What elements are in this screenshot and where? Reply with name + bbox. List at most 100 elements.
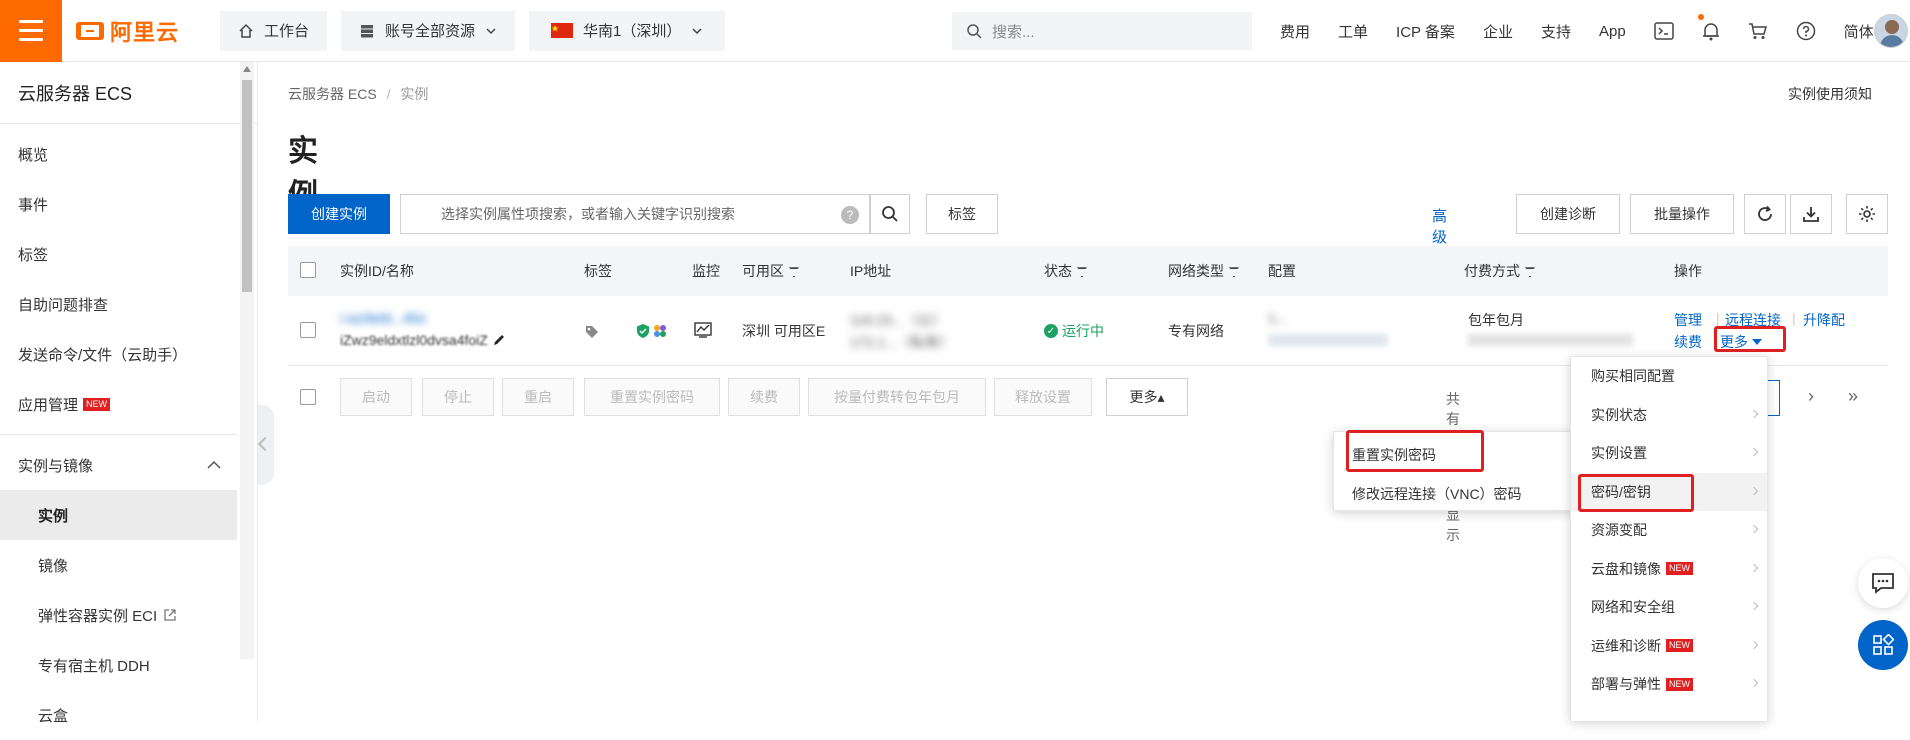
modify-vnc-password-item[interactable]: 修改远程连接（VNC）密码 [1334, 475, 1575, 514]
refresh-button[interactable] [1744, 194, 1786, 234]
bell-icon[interactable] [1702, 21, 1720, 41]
language-switch[interactable]: 简体 [1844, 21, 1874, 42]
col-tags: 标签 [584, 263, 612, 279]
footer-more-button[interactable]: 更多▴ [1106, 378, 1188, 416]
batch-operations-button[interactable]: 批量操作 [1630, 194, 1734, 234]
col-zone[interactable]: 可用区 [742, 261, 799, 281]
sidebar-item-app-management[interactable]: 应用管理 NEW [0, 379, 237, 429]
col-network[interactable]: 网络类型 [1168, 261, 1239, 281]
global-search-input[interactable]: 搜索... [952, 12, 1252, 50]
convert-billing-button[interactable]: 按量付费转包年包月 [808, 378, 986, 416]
icp-link[interactable]: ICP 备案 [1396, 21, 1455, 42]
ops-diagnosis-item[interactable]: 运维和诊断 NEW [1571, 627, 1767, 666]
account-scope-dropdown[interactable]: 账号全部资源 [341, 10, 516, 51]
disk-image-item[interactable]: 云盘和镜像 NEW [1571, 550, 1767, 589]
download-button[interactable] [1790, 194, 1832, 234]
sidebar-group-instances-images[interactable]: 实例与镜像 [0, 440, 237, 490]
sidebar-scrollbar[interactable] [240, 62, 254, 659]
reset-password-button[interactable]: 重置实例密码 [584, 378, 720, 416]
last-page-button[interactable]: » [1848, 386, 1858, 407]
quick-access-button[interactable] [1858, 620, 1908, 670]
help-icon[interactable] [1796, 21, 1816, 41]
monitor-chart-icon[interactable] [694, 322, 712, 338]
renew-link[interactable]: 续费 [1674, 332, 1702, 352]
search-button[interactable] [870, 194, 910, 234]
app-link[interactable]: App [1599, 23, 1626, 40]
zone-value: 深圳 可用区E [742, 323, 826, 339]
sidebar-item-images[interactable]: 镜像 [0, 540, 237, 590]
row-checkbox[interactable] [300, 322, 316, 338]
status-badge: ✓ 运行中 [1044, 321, 1104, 341]
sidebar-item-instances[interactable]: 实例 [0, 490, 237, 540]
filter-icon[interactable] [1525, 267, 1535, 278]
aliyun-logo[interactable]: 阿里云 [76, 15, 206, 47]
instance-status-item[interactable]: 实例状态 [1571, 396, 1767, 435]
settings-button[interactable] [1846, 194, 1888, 234]
instance-notice-link[interactable]: 实例使用须知 [1788, 84, 1872, 104]
chevron-right-icon [1749, 486, 1759, 495]
enterprise-link[interactable]: 企业 [1483, 21, 1513, 42]
home-icon [239, 23, 253, 38]
sidebar-item-events[interactable]: 事件 [0, 179, 237, 229]
more-dropdown-menu: 购买相同配置 实例状态 实例设置 密码/密钥 资源变配 云盘和镜像 NEW 网络和… [1570, 356, 1768, 721]
security-shield-icon[interactable] [636, 323, 650, 339]
chevron-right-icon [1749, 678, 1759, 688]
password-key-highlight-box [1578, 474, 1694, 512]
resource-change-item[interactable]: 资源变配 [1571, 511, 1767, 550]
start-button[interactable]: 启动 [340, 378, 412, 416]
instance-settings-item[interactable]: 实例设置 [1571, 434, 1767, 473]
ticket-link[interactable]: 工单 [1338, 21, 1368, 42]
support-link[interactable]: 支持 [1541, 21, 1571, 42]
breadcrumb-ecs[interactable]: 云服务器 ECS [288, 86, 377, 102]
col-status[interactable]: 状态 [1044, 261, 1087, 281]
deploy-elastic-item[interactable]: 部署与弹性 NEW [1571, 665, 1767, 704]
scroll-up-arrow[interactable] [243, 66, 251, 72]
tag-filter-button[interactable]: 标签 [926, 194, 998, 234]
next-page-button[interactable]: › [1808, 386, 1814, 407]
col-billing[interactable]: 付费方式 [1464, 261, 1535, 281]
billing-link[interactable]: 费用 [1280, 21, 1310, 42]
sidebar-item-troubleshoot[interactable]: 自助问题排查 [0, 279, 237, 329]
sidebar-item-overview[interactable]: 概览 [0, 129, 237, 179]
create-diagnosis-button[interactable]: 创建诊断 [1516, 194, 1620, 234]
config-value: 1... [1268, 310, 1288, 326]
edit-icon[interactable] [492, 333, 506, 347]
stop-button[interactable]: 停止 [422, 378, 494, 416]
filter-icon[interactable] [1229, 267, 1239, 278]
col-ip: IP地址 [850, 263, 892, 279]
manage-link[interactable]: 管理 [1674, 310, 1702, 330]
filter-icon[interactable] [1077, 267, 1087, 278]
user-avatar[interactable] [1874, 14, 1908, 48]
sidebar-collapse-toggle[interactable] [258, 405, 274, 485]
sidebar-item-cloud-assistant[interactable]: 发送命令/文件（云助手） [0, 329, 237, 379]
footer-select-all-checkbox[interactable] [300, 389, 316, 405]
scroll-thumb[interactable] [242, 80, 252, 292]
restart-button[interactable]: 重启 [502, 378, 574, 416]
tag-icon[interactable] [584, 324, 600, 340]
network-security-item[interactable]: 网络和安全组 [1571, 588, 1767, 627]
chevron-right-icon [1749, 409, 1759, 418]
create-instance-button[interactable]: 创建实例 [288, 194, 390, 234]
sidebar-item-eci[interactable]: 弹性容器实例 ECI [0, 590, 237, 640]
sidebar-item-ddh[interactable]: 专有宿主机 DDH [0, 640, 237, 690]
buy-same-config-item[interactable]: 购买相同配置 [1571, 357, 1767, 396]
chevron-down-icon [486, 27, 496, 34]
sidebar-item-cloud-box[interactable]: 云盒 [0, 690, 237, 740]
workbench-button[interactable]: 工作台 [220, 10, 328, 51]
instance-id-link[interactable]: i-wz9eld...4foi [340, 310, 426, 326]
filter-icon[interactable] [789, 267, 799, 278]
menu-icon[interactable] [0, 0, 62, 62]
cart-icon[interactable] [1748, 22, 1768, 40]
renew-button[interactable]: 续费 [728, 378, 800, 416]
terminal-icon[interactable] [1653, 22, 1674, 40]
instance-filter-input[interactable]: 选择实例属性项搜索，或者输入关键字识别搜索 ? [400, 194, 870, 234]
question-icon[interactable]: ? [841, 206, 859, 224]
select-all-checkbox[interactable] [300, 261, 316, 278]
upgrade-downgrade-link[interactable]: 升降配 [1803, 310, 1845, 330]
plugin-icon[interactable] [652, 323, 668, 339]
region-dropdown[interactable]: 华南1（深圳） [529, 10, 726, 51]
feedback-button[interactable] [1858, 558, 1908, 608]
chevron-up-icon [207, 460, 221, 469]
sidebar-item-tags[interactable]: 标签 [0, 229, 237, 279]
release-settings-button[interactable]: 释放设置 [994, 378, 1092, 416]
